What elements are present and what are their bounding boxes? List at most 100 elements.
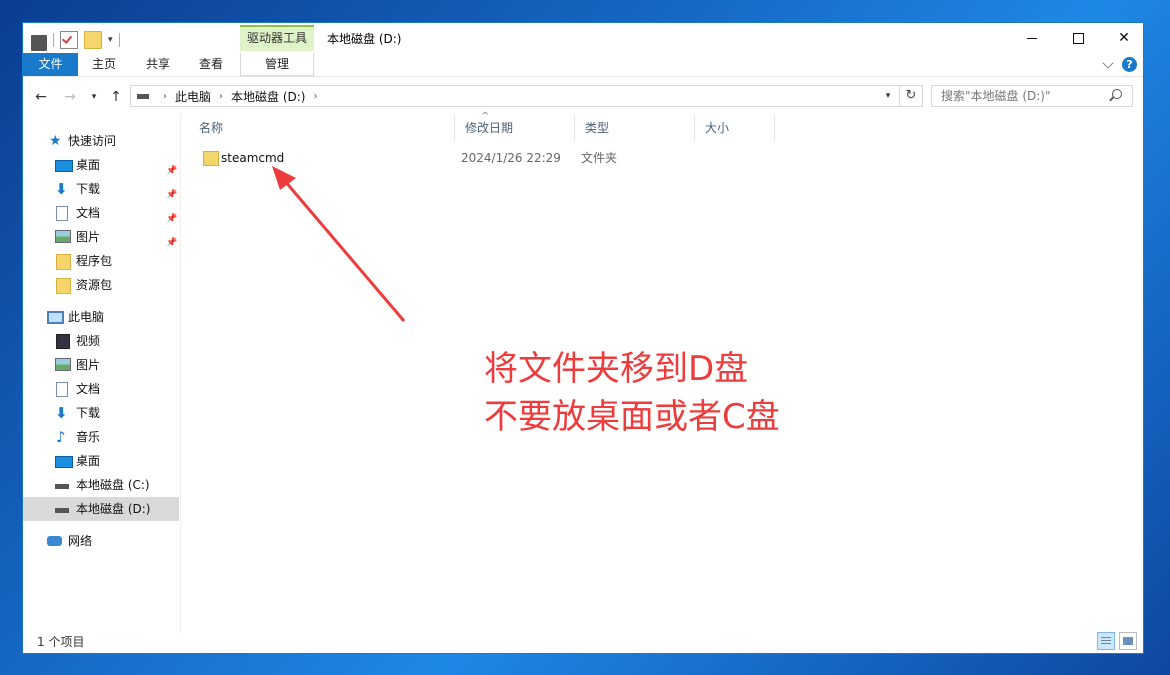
nav-item-drive-c[interactable]: 本地磁盘 (C:) xyxy=(23,473,179,497)
breadcrumb-chevron-icon[interactable]: › xyxy=(313,91,317,102)
search-icon[interactable] xyxy=(1112,89,1122,99)
pane-divider[interactable] xyxy=(180,113,181,633)
breadcrumb-drive-d[interactable]: 本地磁盘 (D:) xyxy=(231,88,305,105)
explorer-window: ▾ 驱动器工具 本地磁盘 (D:) ✕ 文件 主页 共享 查看 管理 ? ← →… xyxy=(22,22,1144,654)
address-dropdown-icon[interactable]: ▾ xyxy=(880,86,896,106)
network-icon xyxy=(47,536,62,546)
annotation-text: 将文件夹移到D盘 不要放桌面或者C盘 xyxy=(484,345,780,441)
picture-icon xyxy=(55,358,71,371)
drive-icon xyxy=(137,93,149,99)
search-input[interactable]: 搜索"本地磁盘 (D:)" xyxy=(931,85,1133,107)
column-name[interactable]: 名称 xyxy=(189,115,455,141)
desktop-icon xyxy=(55,160,73,172)
breadcrumb-chevron-icon[interactable]: › xyxy=(163,91,167,102)
details-view-icon[interactable] xyxy=(1097,632,1115,650)
status-bar: 1 个项目 xyxy=(23,631,1143,653)
drive-icon xyxy=(55,484,69,489)
star-icon: ★ xyxy=(49,133,62,149)
column-modified[interactable]: 修改日期 xyxy=(455,115,575,141)
tab-manage[interactable]: 管理 xyxy=(240,53,314,76)
nav-label: 文档 xyxy=(76,206,101,220)
nav-label: 桌面 xyxy=(76,158,101,172)
nav-label: 图片 xyxy=(76,358,101,372)
folder-icon xyxy=(56,254,71,270)
tab-file[interactable]: 文件 xyxy=(23,53,78,76)
qat-separator xyxy=(53,33,54,47)
back-button[interactable]: ← xyxy=(31,85,51,109)
nav-item-downloads[interactable]: ⬇ 下载 📌 xyxy=(23,177,179,201)
desktop-icon xyxy=(55,456,73,468)
maximize-button[interactable] xyxy=(1055,23,1101,53)
qat-separator xyxy=(118,33,120,47)
expand-ribbon-icon[interactable] xyxy=(1102,56,1114,69)
item-count: 1 个项目 xyxy=(37,635,85,649)
document-icon xyxy=(56,206,68,221)
nav-item-pc-downloads[interactable]: ⬇ 下载 xyxy=(23,401,179,425)
nav-label: 视频 xyxy=(76,334,101,348)
nav-label: 程序包 xyxy=(76,254,113,268)
file-modified: 2024/1/26 22:29 xyxy=(461,151,561,165)
help-icon[interactable]: ? xyxy=(1122,57,1137,72)
recent-locations-icon[interactable]: ▾ xyxy=(87,85,101,109)
nav-item-pc-documents[interactable]: 文档 xyxy=(23,377,179,401)
nav-item-videos[interactable]: 视频 xyxy=(23,329,179,353)
drive-icon xyxy=(55,508,69,513)
nav-this-pc[interactable]: 此电脑 xyxy=(23,305,179,329)
nav-item-music[interactable]: ♪ 音乐 xyxy=(23,425,179,449)
nav-item-resources[interactable]: 资源包 xyxy=(23,273,179,297)
navigation-bar: ← → ▾ ↑ › 此电脑 › 本地磁盘 (D:) › ▾ ↻ 搜索"本地磁盘 … xyxy=(23,85,1143,109)
forward-button[interactable]: → xyxy=(60,85,80,109)
nav-label: 本地磁盘 (C:) xyxy=(76,478,150,492)
nav-label: 快速访问 xyxy=(68,134,117,148)
address-bar[interactable]: › 此电脑 › 本地磁盘 (D:) › ▾ ↻ xyxy=(130,85,923,107)
nav-item-packages[interactable]: 程序包 xyxy=(23,249,179,273)
nav-quick-access[interactable]: ★ 快速访问 xyxy=(23,129,179,153)
video-icon xyxy=(56,334,70,349)
file-row[interactable]: steamcmd 2024/1/26 22:29 文件夹 xyxy=(185,147,785,169)
nav-item-drive-d[interactable]: 本地磁盘 (D:) xyxy=(23,497,179,521)
nav-item-desktop[interactable]: 桌面 📌 xyxy=(23,153,179,177)
breadcrumb-this-pc[interactable]: 此电脑 xyxy=(175,88,211,105)
quick-access-toolbar: ▾ xyxy=(31,29,120,51)
window-title: 本地磁盘 (D:) xyxy=(327,32,402,46)
nav-label: 音乐 xyxy=(76,430,101,444)
nav-label: 网络 xyxy=(68,534,93,548)
up-button[interactable]: ↑ xyxy=(105,85,127,109)
nav-item-documents[interactable]: 文档 📌 xyxy=(23,201,179,225)
nav-item-pc-pictures[interactable]: 图片 xyxy=(23,353,179,377)
title-bar: ▾ 驱动器工具 本地磁盘 (D:) ✕ xyxy=(23,23,1143,53)
qat-dropdown-icon[interactable]: ▾ xyxy=(108,35,113,45)
column-type[interactable]: 类型 xyxy=(575,115,695,141)
music-icon: ♪ xyxy=(56,428,66,446)
minimize-button[interactable] xyxy=(1009,23,1055,53)
folder-icon xyxy=(56,278,71,294)
nav-network[interactable]: 网络 xyxy=(23,529,179,553)
file-name: steamcmd xyxy=(221,151,285,165)
column-size[interactable]: 大小 xyxy=(695,115,775,141)
download-icon: ⬇ xyxy=(55,180,68,198)
drive-icon xyxy=(31,35,47,51)
folder-icon xyxy=(203,151,219,166)
refresh-icon[interactable]: ↻ xyxy=(899,86,922,106)
close-button[interactable]: ✕ xyxy=(1101,23,1143,53)
close-icon: ✕ xyxy=(1118,30,1130,46)
picture-icon xyxy=(55,230,71,243)
nav-label: 下载 xyxy=(76,406,101,420)
ribbon-right-controls: ? xyxy=(1102,56,1137,72)
column-headers: 名称 ^ 修改日期 类型 大小 xyxy=(185,111,945,141)
download-icon: ⬇ xyxy=(55,404,68,422)
document-icon xyxy=(56,382,68,397)
tab-share[interactable]: 共享 xyxy=(135,53,181,76)
nav-item-pictures[interactable]: 图片 📌 xyxy=(23,225,179,249)
breadcrumb-chevron-icon[interactable]: › xyxy=(219,91,223,102)
nav-item-pc-desktop[interactable]: 桌面 xyxy=(23,449,179,473)
tab-view[interactable]: 查看 xyxy=(188,53,234,76)
large-icons-view-icon[interactable] xyxy=(1119,632,1137,650)
ribbon-tabs: 文件 主页 共享 查看 管理 ? xyxy=(23,53,1143,77)
computer-icon xyxy=(47,311,64,324)
tab-home[interactable]: 主页 xyxy=(81,53,127,76)
properties-icon[interactable] xyxy=(60,31,78,49)
new-folder-icon[interactable] xyxy=(84,31,102,49)
nav-label: 桌面 xyxy=(76,454,101,468)
nav-label: 此电脑 xyxy=(68,310,105,324)
